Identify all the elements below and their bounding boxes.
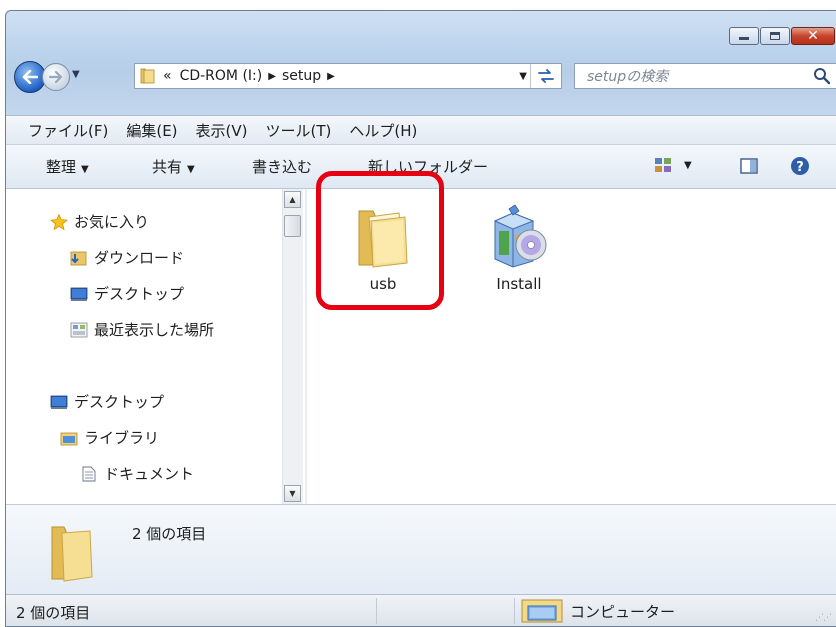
desktop-icon [70, 287, 88, 301]
preview-pane-icon [740, 158, 758, 174]
close-button[interactable]: ✕ [791, 27, 835, 45]
menu-edit[interactable]: 編集(E) [126, 120, 177, 141]
svg-text:?: ? [796, 160, 804, 175]
organize-button[interactable]: 整理 ▼ [46, 156, 89, 177]
sidebar-item-documents[interactable]: ドキュメント [80, 463, 194, 484]
burn-label: 書き込む [252, 158, 313, 176]
scroll-thumb[interactable] [284, 215, 301, 237]
sidebar-item-label: ライブラリ [84, 429, 160, 447]
chevron-up-icon: ▲ [289, 195, 296, 204]
computer-icon [521, 599, 563, 623]
navigation-bar: ▼ « CD-ROM (I:) ▶ setup ▶ ▼ [6, 59, 836, 93]
sidebar-item-desktop-root[interactable]: デスクトップ [50, 391, 164, 412]
file-item-install[interactable]: Install [485, 203, 553, 293]
sidebar-item-recent-places[interactable]: 最近表示した場所 [70, 319, 214, 340]
forward-arrow-icon [49, 71, 63, 83]
organize-label: 整理 [46, 158, 77, 176]
address-bar[interactable]: « CD-ROM (I:) ▶ setup ▶ ▼ [134, 63, 562, 89]
breadcrumb-cdrom[interactable]: CD-ROM (I:) [180, 68, 263, 84]
navigation-pane: お気に入り ダウンロード デスクトップ 最近表示した場所 デスクトップ ライブラ… [6, 189, 306, 504]
close-icon: ✕ [807, 28, 819, 44]
sidebar-item-label: デスクトップ [74, 393, 165, 411]
menu-help[interactable]: ヘルプ(H) [349, 120, 417, 141]
star-icon [50, 213, 68, 230]
sidebar-item-label: デスクトップ [94, 285, 185, 303]
sidebar-item-label: 最近表示した場所 [94, 321, 215, 339]
minimize-button[interactable] [729, 27, 759, 45]
status-divider [514, 598, 515, 624]
maximize-button[interactable] [760, 27, 790, 45]
preview-pane-button[interactable] [740, 158, 758, 178]
scroll-up-button[interactable]: ▲ [284, 191, 301, 208]
search-icon[interactable] [813, 67, 831, 85]
back-arrow-icon [22, 70, 38, 84]
refresh-button[interactable] [530, 64, 561, 88]
sidebar-item-label: お気に入り [74, 213, 150, 231]
desktop-icon [50, 395, 68, 409]
search-input[interactable] [585, 65, 809, 89]
view-icon [655, 158, 671, 172]
help-button[interactable]: ? [790, 156, 810, 180]
sidebar-item-libraries[interactable]: ライブラリ [60, 427, 159, 448]
refresh-icon [538, 69, 554, 83]
folder-small-icon [140, 68, 155, 84]
history-dropdown-icon[interactable]: ▼ [72, 69, 80, 80]
status-location-label: コンピューター [570, 602, 676, 621]
status-location: コンピューター [520, 598, 675, 624]
forward-button[interactable] [42, 63, 70, 91]
scroll-down-button[interactable]: ▼ [284, 485, 301, 502]
sidebar-item-label: ドキュメント [104, 465, 195, 483]
status-divider [376, 598, 377, 624]
installer-icon [493, 204, 547, 268]
chevron-down-icon: ▼ [289, 489, 296, 498]
resize-grip-icon[interactable]: ⋰⋰ [815, 613, 832, 623]
help-icon: ? [791, 157, 809, 175]
navigation-scrollbar[interactable]: ▲ ▼ [282, 189, 303, 504]
status-bar: 2 個の項目 コンピューター ⋰⋰ [6, 594, 836, 626]
library-icon [60, 432, 78, 445]
sidebar-item-label: ダウンロード [94, 249, 185, 267]
recent-places-icon [70, 322, 88, 337]
explorer-window: ✕ ▼ « CD-ROM (I:) ▶ setup ▶ ▼ setupの検索 フ… [5, 10, 836, 627]
usb-highlight-frame [316, 171, 444, 310]
download-folder-icon [70, 251, 87, 265]
chevron-right-icon[interactable]: ▶ [327, 71, 335, 82]
view-options-button[interactable]: ▼ [654, 157, 692, 173]
chevron-right-icon[interactable]: ▶ [268, 71, 276, 82]
sidebar-item-favorites[interactable]: お気に入り [50, 211, 149, 232]
menu-bar: ファイル(F) 編集(E) 表示(V) ツール(T) ヘルプ(H) [6, 115, 836, 145]
status-item-count: 2 個の項目 [16, 604, 91, 622]
chevron-down-icon: ▼ [187, 164, 195, 175]
search-box [574, 63, 836, 89]
burn-button[interactable]: 書き込む [252, 156, 312, 177]
document-icon [82, 466, 96, 481]
share-button[interactable]: 共有 ▼ [152, 156, 195, 177]
menu-view[interactable]: 表示(V) [196, 120, 248, 141]
details-count: 2 個の項目 [132, 525, 207, 543]
file-name: Install [496, 275, 542, 293]
share-label: 共有 [152, 158, 183, 176]
menu-file[interactable]: ファイル(F) [28, 120, 108, 141]
minimize-icon [739, 37, 749, 40]
chevron-down-icon: ▼ [684, 159, 692, 171]
menu-tools[interactable]: ツール(T) [266, 120, 332, 141]
breadcrumb-setup[interactable]: setup [282, 68, 321, 84]
folder-icon [51, 526, 93, 582]
window-controls: ✕ [728, 27, 835, 45]
details-pane: 2 個の項目 [6, 504, 836, 595]
address-overflow[interactable]: « [163, 68, 172, 84]
address-dropdown-icon[interactable]: ▼ [519, 71, 527, 82]
sidebar-item-downloads[interactable]: ダウンロード [70, 247, 184, 268]
maximize-icon [770, 32, 780, 40]
chevron-down-icon: ▼ [81, 164, 89, 175]
sidebar-item-desktop[interactable]: デスクトップ [70, 283, 184, 304]
